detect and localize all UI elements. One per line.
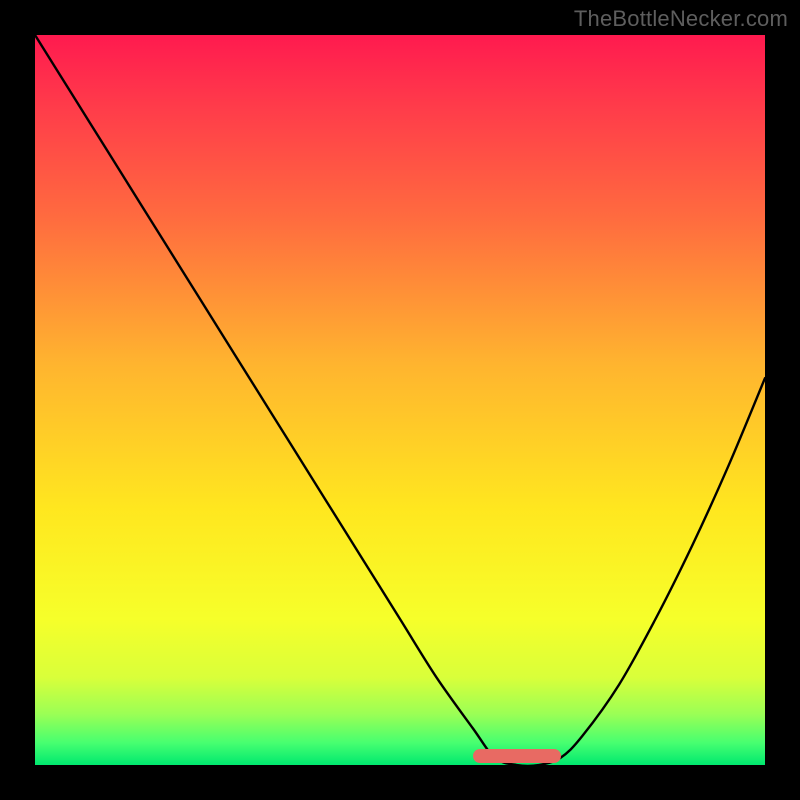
optimal-range-marker (473, 749, 561, 763)
bottleneck-curve (35, 35, 765, 765)
watermark: TheBottleNecker.com (574, 6, 788, 32)
chart-container: TheBottleNecker.com (0, 0, 800, 800)
curve-layer (35, 35, 765, 765)
plot-area (35, 35, 765, 765)
